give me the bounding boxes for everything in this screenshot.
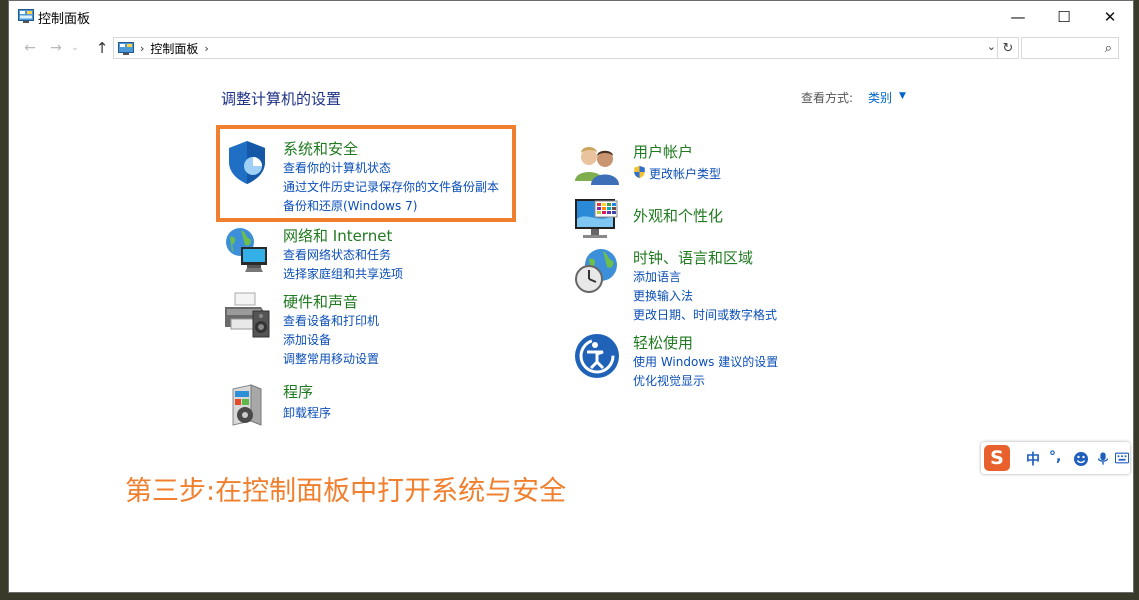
ease-of-access-icon[interactable] <box>573 332 621 380</box>
link-add-device[interactable]: 添加设备 <box>283 331 331 348</box>
category-user-accounts: 用户帐户 更改帐户类型 <box>573 141 873 189</box>
ime-logo-icon[interactable]: S <box>984 445 1010 471</box>
category-ease-of-access: 轻松使用 使用 Windows 建议的设置 优化视觉显示 <box>573 332 873 392</box>
page-title: 调整计算机的设置 <box>221 90 342 108</box>
link-change-date-time-format[interactable]: 更改日期、时间或数字格式 <box>633 306 777 323</box>
link-add-language[interactable]: 添加语言 <box>633 268 681 285</box>
category-title[interactable]: 外观和个性化 <box>633 205 723 226</box>
link-network-status[interactable]: 查看网络状态和任务 <box>283 246 391 263</box>
clock-globe-icon[interactable] <box>573 247 621 295</box>
link-windows-recommended-settings[interactable]: 使用 Windows 建议的设置 <box>633 353 778 370</box>
network-globe-icon[interactable] <box>223 225 271 273</box>
highlight-box <box>216 125 516 222</box>
tutorial-annotation: 第三步:在控制面板中打开系统与安全 <box>125 476 567 507</box>
navigation-bar: ← → ⌄ ↑ › 控制面板 › ⌄ ↻ ⌕ <box>9 33 1133 63</box>
link-uninstall-program[interactable]: 卸载程序 <box>283 404 331 421</box>
users-icon[interactable] <box>573 141 621 189</box>
recent-locations-button[interactable]: ⌄ <box>67 36 83 60</box>
printer-icon[interactable] <box>223 291 271 339</box>
keyboard-icon[interactable] <box>1115 452 1129 464</box>
forward-button[interactable]: → <box>45 36 67 60</box>
breadcrumb-separator[interactable]: › <box>204 42 208 55</box>
link-homegroup-sharing[interactable]: 选择家庭组和共享选项 <box>283 265 403 282</box>
search-input[interactable]: ⌕ <box>1021 37 1119 59</box>
back-button[interactable]: ← <box>19 36 41 60</box>
category-title[interactable]: 轻松使用 <box>633 332 693 353</box>
link-optimize-visual-display[interactable]: 优化视觉显示 <box>633 372 705 389</box>
address-dropdown-icon[interactable]: ⌄ <box>987 40 996 53</box>
window-title: 控制面板 <box>38 12 91 27</box>
category-programs: 程序 卸载程序 <box>223 381 513 429</box>
close-button[interactable]: ✕ <box>1087 1 1133 32</box>
maximize-button[interactable]: ☐ <box>1041 1 1087 32</box>
breadcrumb-separator[interactable]: › <box>140 42 144 55</box>
category-appearance: 外观和个性化 <box>573 195 873 243</box>
control-panel-window: 控制面板 — ☐ ✕ ← → ⌄ ↑ › 控制面板 › ⌄ ↻ ⌕ 调整计算机的… <box>8 0 1134 593</box>
appearance-monitor-icon[interactable] <box>573 195 621 243</box>
control-panel-icon <box>18 9 34 23</box>
address-bar[interactable]: › 控制面板 › ⌄ ↻ <box>113 37 1019 59</box>
ime-toolbar: S 中 °, <box>981 442 1130 474</box>
view-by-label: 查看方式: <box>801 91 854 105</box>
category-title[interactable]: 程序 <box>283 381 313 402</box>
minimize-button[interactable]: — <box>995 1 1041 32</box>
programs-icon[interactable] <box>223 381 271 429</box>
category-title[interactable]: 时钟、语言和区域 <box>633 247 753 268</box>
link-change-input-method[interactable]: 更换输入法 <box>633 287 693 304</box>
ime-punctuation-toggle[interactable]: °, <box>1049 449 1061 465</box>
view-by-dropdown[interactable]: 类别 <box>868 89 892 106</box>
category-title[interactable]: 用户帐户 <box>633 141 693 162</box>
refresh-button[interactable]: ↻ <box>997 38 1018 58</box>
view-by-dropdown-icon[interactable]: ▼ <box>899 91 906 101</box>
ime-mode-toggle[interactable]: 中 <box>1026 449 1040 469</box>
emoji-icon[interactable] <box>1073 451 1089 467</box>
category-title[interactable]: 网络和 Internet <box>283 225 392 246</box>
search-icon[interactable]: ⌕ <box>1105 41 1112 56</box>
control-panel-icon <box>118 41 134 55</box>
title-bar[interactable]: 控制面板 — ☐ ✕ <box>9 1 1133 32</box>
link-change-account-type[interactable]: 更改帐户类型 <box>649 165 721 182</box>
category-hardware-sound: 硬件和声音 查看设备和打印机 添加设备 调整常用移动设置 <box>223 291 513 369</box>
category-network-internet: 网络和 Internet 查看网络状态和任务 选择家庭组和共享选项 <box>223 225 513 283</box>
microphone-icon[interactable] <box>1096 450 1110 467</box>
up-button[interactable]: ↑ <box>91 36 113 60</box>
link-mobility-settings[interactable]: 调整常用移动设置 <box>283 350 379 367</box>
category-clock-language-region: 时钟、语言和区域 添加语言 更换输入法 更改日期、时间或数字格式 <box>573 247 873 327</box>
category-title[interactable]: 硬件和声音 <box>283 291 358 312</box>
uac-shield-icon <box>634 165 645 179</box>
breadcrumb-control-panel[interactable]: 控制面板 <box>150 40 198 57</box>
link-devices-printers[interactable]: 查看设备和打印机 <box>283 312 379 329</box>
